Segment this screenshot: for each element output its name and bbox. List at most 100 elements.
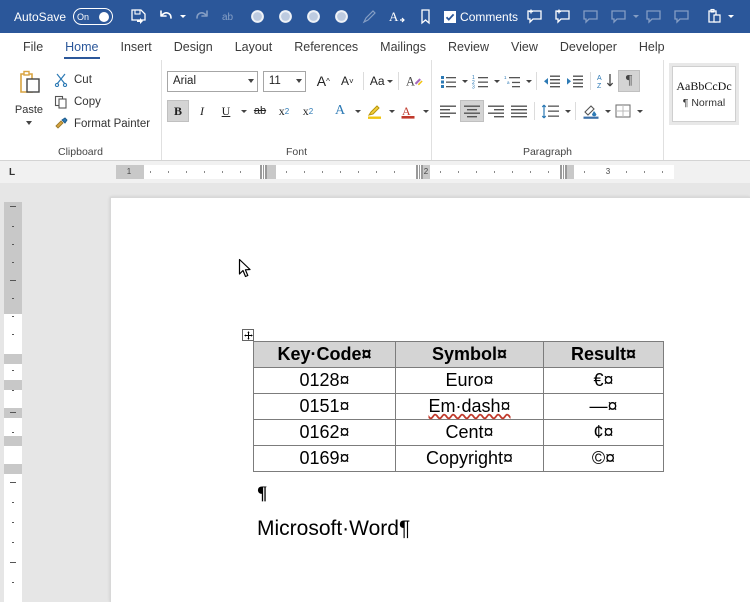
table-column-marker[interactable]	[560, 165, 567, 179]
clear-formatting-button[interactable]: A	[404, 70, 426, 92]
show-formatting-marks-button[interactable]: ¶	[618, 70, 640, 92]
tab-review[interactable]: Review	[437, 40, 500, 59]
numbering-caret-icon[interactable]	[494, 79, 500, 83]
table-column-marker[interactable]	[260, 165, 267, 179]
text-effects-button[interactable]: A	[329, 100, 351, 122]
underline-button[interactable]: U	[215, 100, 237, 122]
horizontal-ruler[interactable]: 1 2 3	[116, 165, 674, 179]
cell-result[interactable]: €¤	[543, 367, 664, 394]
font-name-input[interactable]: Arial	[167, 70, 258, 92]
cell-key-code[interactable]: 0151¤	[253, 393, 396, 420]
justify-button[interactable]	[508, 100, 530, 122]
tab-home[interactable]: Home	[54, 40, 109, 59]
text-highlight-button[interactable]	[363, 100, 385, 122]
tab-references[interactable]: References	[283, 40, 369, 59]
tab-file[interactable]: File	[12, 40, 54, 59]
tab-design[interactable]: Design	[163, 40, 224, 59]
tab-mailings[interactable]: Mailings	[369, 40, 437, 59]
sort-button[interactable]: AZ	[595, 70, 617, 92]
strikethrough-button[interactable]: ab	[249, 100, 271, 122]
line-spacing-button[interactable]	[539, 100, 562, 122]
comments-checkbox-icon[interactable]	[444, 10, 457, 23]
italic-button[interactable]: I	[191, 100, 213, 122]
tab-view[interactable]: View	[500, 40, 549, 59]
shading-caret-icon[interactable]	[605, 109, 611, 113]
bullets-caret-icon[interactable]	[462, 79, 468, 83]
copy-button[interactable]: Copy	[53, 92, 154, 111]
bold-button[interactable]: B	[167, 100, 189, 122]
text-highlight-caret-icon[interactable]	[389, 109, 395, 113]
undo-dropdown-caret-icon[interactable]	[180, 15, 187, 18]
tab-insert[interactable]: Insert	[110, 40, 163, 59]
table-row[interactable]: 0169¤ Copyright¤ ©¤	[253, 445, 664, 472]
align-center-button[interactable]	[460, 100, 484, 122]
tab-stop-selector[interactable]: L	[0, 161, 24, 184]
font-size-input[interactable]: 11	[262, 70, 307, 92]
undo-icon[interactable]	[153, 4, 179, 30]
new-comment-icon[interactable]	[522, 4, 548, 30]
change-case-caret-icon[interactable]	[386, 79, 393, 83]
cell-key-code[interactable]: 0169¤	[253, 445, 396, 472]
cell-symbol[interactable]: Em·dash¤	[395, 393, 544, 420]
table-column-marker[interactable]	[416, 165, 423, 179]
multilevel-list-button[interactable]: 1a	[501, 70, 523, 92]
numbering-button[interactable]: 123	[469, 70, 491, 92]
cut-button[interactable]: Cut	[53, 70, 154, 89]
bullets-button[interactable]	[437, 70, 459, 92]
paste-options-caret-icon[interactable]	[728, 15, 735, 18]
increase-indent-button[interactable]	[564, 70, 586, 92]
format-painter-button[interactable]: Format Painter	[53, 114, 154, 133]
circle-icon-3[interactable]	[300, 4, 326, 30]
font-size-caret-icon[interactable]	[296, 79, 303, 83]
table-row[interactable]: 0162¤ Cent¤ ¢¤	[253, 419, 664, 446]
font-color-button[interactable]: A	[397, 100, 419, 122]
line-spacing-caret-icon[interactable]	[565, 109, 571, 113]
tab-layout[interactable]: Layout	[224, 40, 284, 59]
underline-caret-icon[interactable]	[241, 109, 247, 113]
cell-key-code[interactable]: 0128¤	[253, 367, 396, 394]
multilevel-list-caret-icon[interactable]	[526, 79, 532, 83]
tab-developer[interactable]: Developer	[549, 40, 628, 59]
bookmark-icon[interactable]	[412, 4, 438, 30]
table-row[interactable]: 0151¤ Em·dash¤ —¤	[253, 393, 664, 420]
text-effects-caret-icon[interactable]	[355, 109, 361, 113]
table-row[interactable]: 0128¤ Euro¤ €¤	[253, 367, 664, 394]
vertical-ruler[interactable]	[4, 184, 22, 602]
borders-button[interactable]	[612, 100, 634, 122]
superscript-button[interactable]: x2	[297, 100, 319, 122]
shrink-font-button[interactable]: A ˅	[336, 70, 358, 92]
shading-button[interactable]	[580, 100, 602, 122]
borders-caret-icon[interactable]	[637, 109, 643, 113]
cell-result[interactable]: ¢¤	[543, 419, 664, 446]
new-comment-2-icon[interactable]	[550, 4, 576, 30]
font-color-caret-icon[interactable]	[423, 109, 429, 113]
save-icon[interactable]	[125, 4, 151, 30]
autosave-toggle[interactable]: On	[73, 8, 114, 25]
document-body-line[interactable]: Microsoft·Word¶	[257, 517, 410, 541]
cell-symbol[interactable]: Euro¤	[395, 367, 544, 394]
paste-caret-icon[interactable]	[26, 121, 32, 125]
text-arrow-icon[interactable]: A	[384, 4, 410, 30]
cell-key-code[interactable]: 0162¤	[253, 419, 396, 446]
circle-icon-4[interactable]	[328, 4, 354, 30]
paste-button[interactable]: Paste	[5, 64, 53, 144]
cell-result[interactable]: —¤	[543, 393, 664, 420]
table-move-handle[interactable]	[242, 329, 254, 341]
cell-result[interactable]: ©¤	[543, 445, 664, 472]
grow-font-button[interactable]: A ^	[312, 70, 334, 92]
align-left-button[interactable]	[437, 100, 459, 122]
subscript-button[interactable]: x2	[273, 100, 295, 122]
circle-icon-2[interactable]	[272, 4, 298, 30]
document-page[interactable]: Key·Code¤ Symbol¤ Result¤ 0128¤ Euro¤ €¤…	[110, 197, 750, 602]
decrease-indent-button[interactable]	[541, 70, 563, 92]
word-table[interactable]: Key·Code¤ Symbol¤ Result¤ 0128¤ Euro¤ €¤…	[253, 341, 664, 472]
comments-button[interactable]: Comments	[444, 10, 518, 24]
align-right-button[interactable]	[485, 100, 507, 122]
clipboard-paste-icon[interactable]	[701, 4, 727, 30]
style-normal-button[interactable]: AaBbCcDc ¶ Normal	[669, 63, 739, 125]
tab-help[interactable]: Help	[628, 40, 676, 59]
circle-icon-1[interactable]	[244, 4, 270, 30]
change-case-button[interactable]: Aa	[369, 70, 393, 92]
cell-symbol[interactable]: Cent¤	[395, 419, 544, 446]
cell-symbol[interactable]: Copyright¤	[395, 445, 544, 472]
